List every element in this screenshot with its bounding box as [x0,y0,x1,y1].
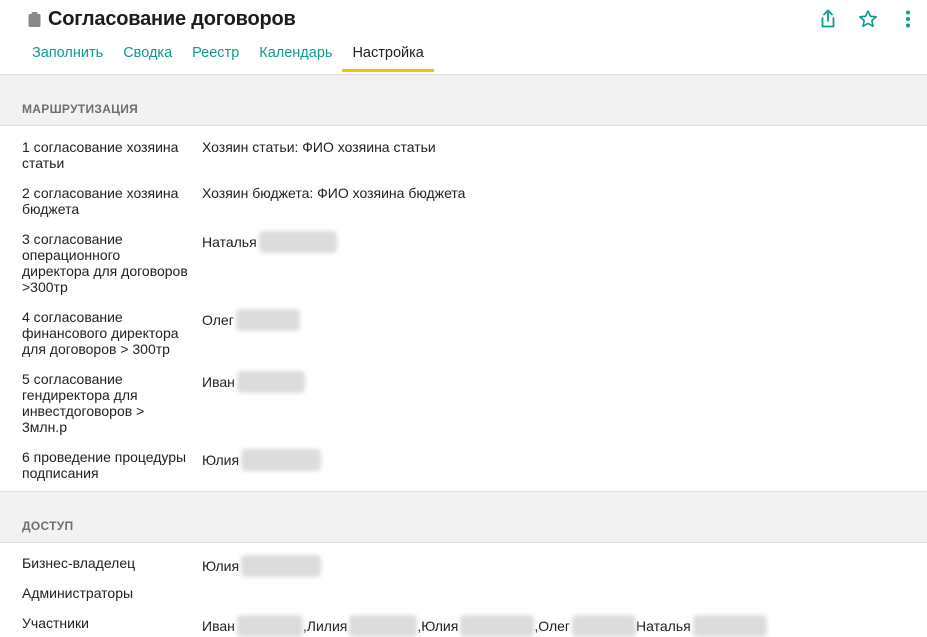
row-label: 4 согласование финансового директора для… [22,309,179,357]
redacted-surname [236,615,303,637]
access-section-header: ДОСТУП [0,491,927,543]
share-icon[interactable] [817,8,839,30]
more-vert-icon[interactable] [897,8,919,30]
members-list: Иван, Лилия, Юлия, Олег Наталья [202,615,767,637]
row-value-text: Хозяин бюджета: ФИО хозяина бюджета [202,185,466,201]
person-name: Юлия [202,558,240,574]
person-name: Олег [202,312,234,328]
member-name: Олег [538,618,571,634]
member-name: Иван [202,618,235,634]
row-value: Юлия [202,555,322,577]
tab-summary[interactable]: Сводка [113,38,182,72]
member-name: Наталья [636,618,691,634]
section-title: МАРШРУТИЗАЦИЯ [22,102,139,116]
redacted-surname [258,231,337,253]
row-label: 5 согласование гендиректора для инвестдо… [22,371,145,435]
app-header: Согласование договоров Заполнить Сводка … [0,0,927,75]
title-bar: Согласование договоров [28,6,296,32]
row-label: 6 проведение процедуры подписания [22,449,187,481]
clipboard-icon [28,11,41,27]
tab-registry[interactable]: Реестр [182,38,249,72]
row-value: Иван [202,371,305,393]
row-label: Бизнес-владелец [22,555,136,571]
person-name: Наталья [202,234,257,250]
redacted-surname [236,371,305,393]
row-value: Наталья [202,231,337,253]
row-label: 3 согласование операционного директора д… [22,231,188,295]
row-label: 1 согласование хозяина статьи [22,139,179,171]
person-name: Юлия [202,452,240,468]
row-value: Олег [202,309,300,331]
row-value: Юлия [202,449,322,471]
row-label: Администраторы [22,585,134,601]
redacted-surname [460,615,535,637]
star-icon[interactable] [857,8,879,30]
redacted-surname [349,615,418,637]
redacted-surname [241,555,322,577]
member-name: Лилия [306,618,348,634]
person-name: Иван [202,374,235,390]
tab-calendar[interactable]: Календарь [249,38,342,72]
row-value: Хозяин статьи: ФИО хозяина статьи [202,139,436,155]
tab-settings[interactable]: Настройка [342,38,434,72]
page-title: Согласование договоров [48,7,296,30]
tab-bar: Заполнить Сводка Реестр Календарь Настро… [22,38,434,74]
redacted-surname [692,615,767,637]
tab-fill[interactable]: Заполнить [22,38,113,72]
routing-section-header: МАРШРУТИЗАЦИЯ [0,74,927,126]
section-title: ДОСТУП [22,519,74,533]
row-value: Хозяин бюджета: ФИО хозяина бюджета [202,185,465,201]
row-value-text: Хозяин статьи: ФИО хозяина статьи [202,139,436,155]
row-label: Участники [22,615,89,631]
redacted-surname [241,449,322,471]
redacted-surname [572,615,637,637]
row-label: 2 согласование хозяина бюджета [22,185,179,217]
redacted-surname [235,309,300,331]
member-name: Юлия [421,618,459,634]
